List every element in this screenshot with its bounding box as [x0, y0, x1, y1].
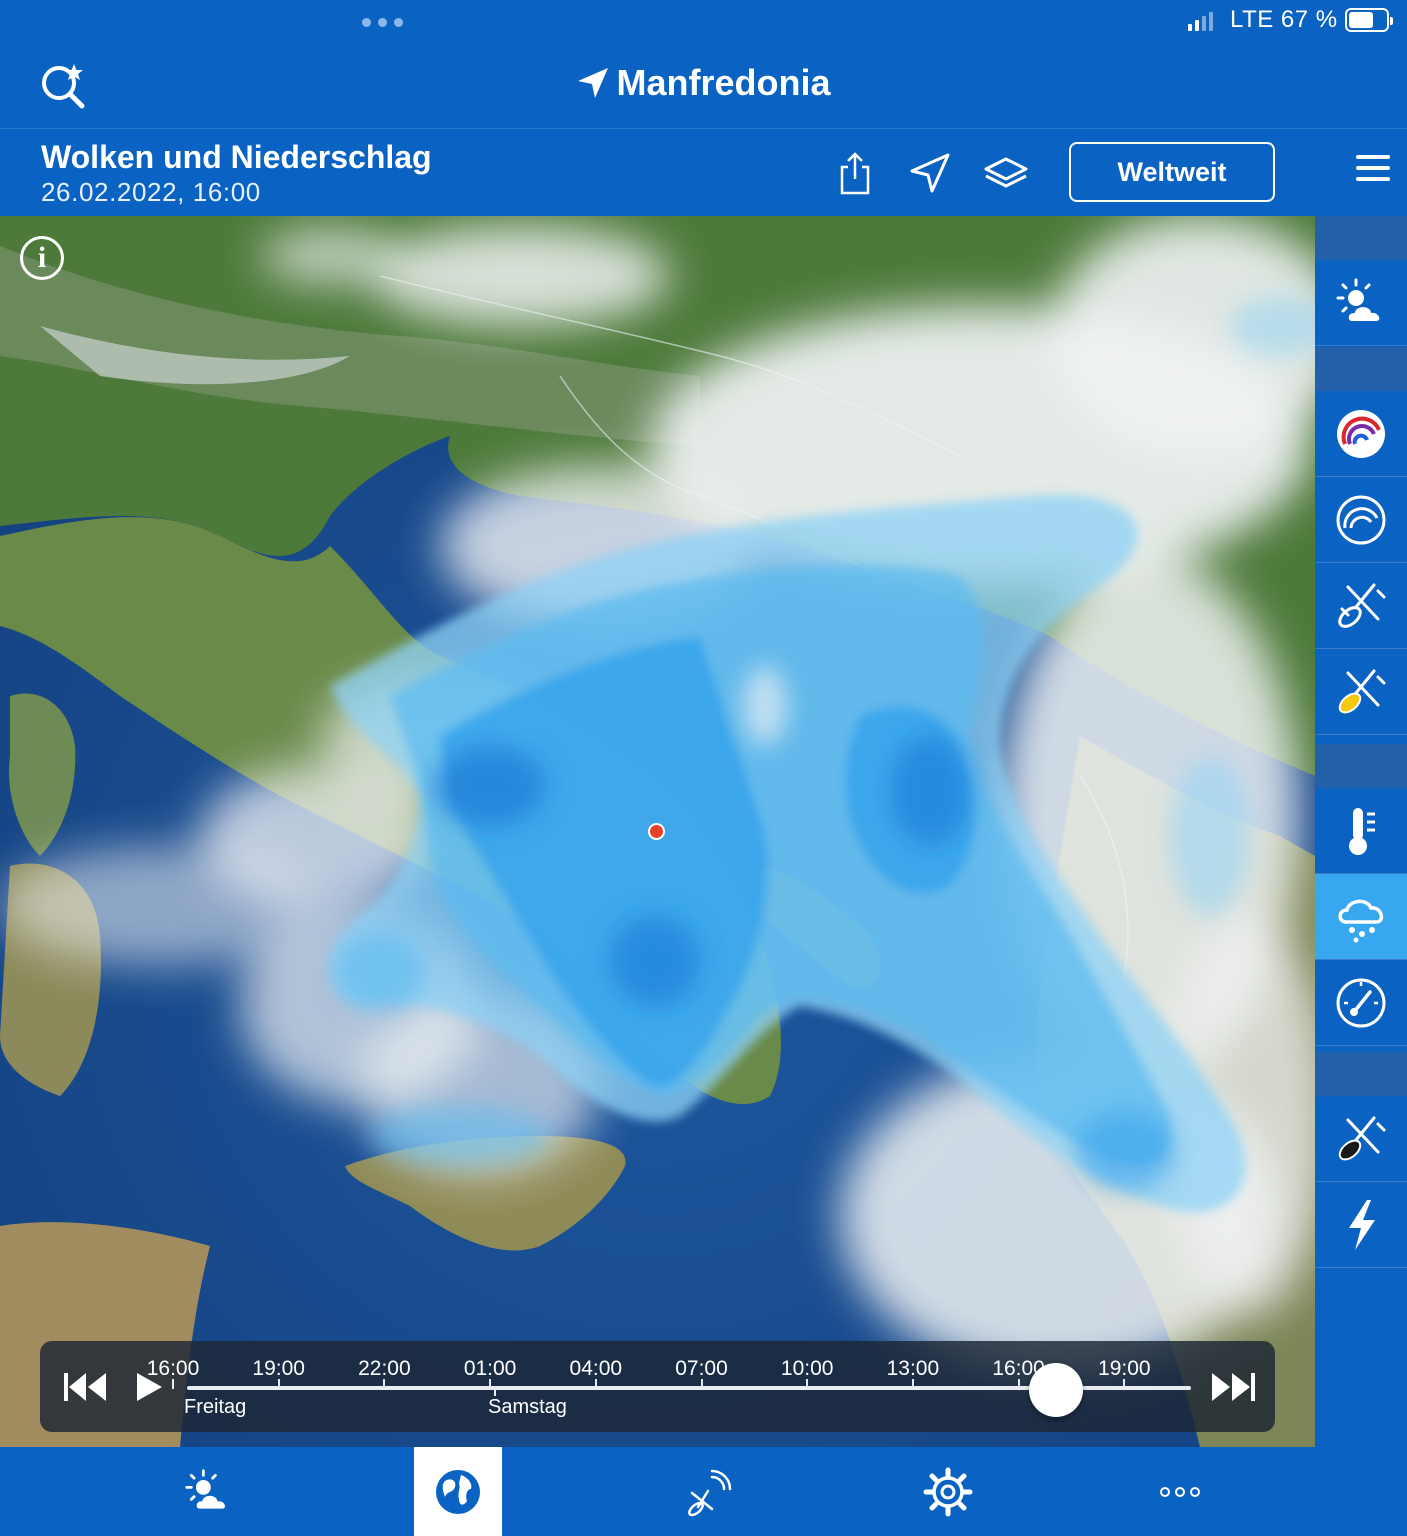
map-layer-title: Wolken und Niederschlag [41, 139, 432, 175]
radar-icon[interactable] [1315, 477, 1407, 563]
locate-icon[interactable] [906, 149, 954, 197]
timeline-time-label: 04:00 [569, 1357, 623, 1380]
satellite-icon[interactable] [1315, 563, 1407, 649]
weather-tab-icon[interactable] [164, 1447, 252, 1536]
battery-percent: 67 % [1280, 6, 1338, 33]
timeline-time-label: 13:00 [886, 1357, 940, 1380]
timeline-player: 16:00 19:00 22:00 01:00 04:00 07:00 10:00 13:00… [40, 1341, 1275, 1432]
side-group-gap [1315, 216, 1407, 260]
satellite-radar-tab-icon[interactable] [665, 1447, 753, 1536]
satellite-sun-icon[interactable] [1315, 649, 1407, 735]
timeline-time-label: 19:00 [1098, 1357, 1151, 1380]
battery-icon [1345, 8, 1393, 32]
side-group-gap [1315, 744, 1407, 788]
location-title[interactable]: Manfredonia [0, 62, 1407, 104]
location-header: Manfredonia [0, 44, 1407, 128]
timeline-time-label: 01:00 [463, 1357, 517, 1380]
map-toolbar: Wolken und Niederschlag 26.02.2022, 16:0… [0, 129, 1407, 216]
timeline-time-label: 22:00 [358, 1357, 411, 1380]
network-label: LTE [1230, 6, 1274, 33]
globe-tab-icon[interactable] [414, 1447, 502, 1536]
hamburger-menu-icon[interactable] [1356, 155, 1392, 185]
satellite-night-icon[interactable] [1315, 1096, 1407, 1182]
side-group-gap [1315, 1052, 1407, 1096]
map-datetime: 26.02.2022, 16:00 [41, 177, 261, 207]
timeline-time-label: 19:00 [252, 1357, 305, 1380]
skip-back-icon[interactable] [62, 1367, 108, 1407]
timeline-time-label: 16:00 [146, 1357, 200, 1380]
more-dots-icon[interactable] [1136, 1447, 1224, 1536]
info-icon[interactable]: i [20, 236, 64, 280]
network-battery-text: LTE 67 % [1230, 6, 1338, 34]
share-icon[interactable] [831, 149, 879, 197]
side-group-gap [1315, 347, 1407, 391]
signal-strength-icon [1188, 11, 1213, 31]
skip-forward-icon[interactable] [1210, 1367, 1258, 1407]
bottom-tab-bar [0, 1447, 1407, 1536]
weather-map[interactable]: i 16:00 19:00 22:00 01:00 04:00 07:00 10:0 [0, 216, 1315, 1447]
thermometer-icon[interactable] [1315, 788, 1407, 874]
timeline-day-marker [494, 1388, 496, 1396]
wind-gauge-icon[interactable] [1315, 960, 1407, 1046]
rain-cloud-icon[interactable] [1315, 874, 1407, 960]
weltweit-button[interactable]: Weltweit [1069, 142, 1275, 202]
sun-cloud-icon[interactable] [1315, 260, 1407, 346]
location-arrow-icon [578, 68, 609, 98]
location-marker [648, 823, 665, 840]
lightning-icon[interactable] [1315, 1182, 1407, 1268]
status-bar: LTE 67 % [0, 0, 1407, 44]
radar-color-icon[interactable] [1315, 391, 1407, 477]
timeline-time-label: 07:00 [675, 1357, 728, 1380]
layer-side-panel [1315, 216, 1407, 1447]
location-name: Manfredonia [616, 62, 831, 103]
timeline-time-label: 10:00 [780, 1357, 834, 1380]
layers-icon[interactable] [982, 149, 1030, 197]
timeline-thumb[interactable] [1029, 1363, 1084, 1417]
timeline-day-label: Freitag [184, 1396, 247, 1418]
timeline-day-label: Samstag [488, 1396, 567, 1418]
multitasking-dots-icon[interactable] [362, 18, 403, 27]
settings-gear-icon[interactable] [904, 1447, 992, 1536]
